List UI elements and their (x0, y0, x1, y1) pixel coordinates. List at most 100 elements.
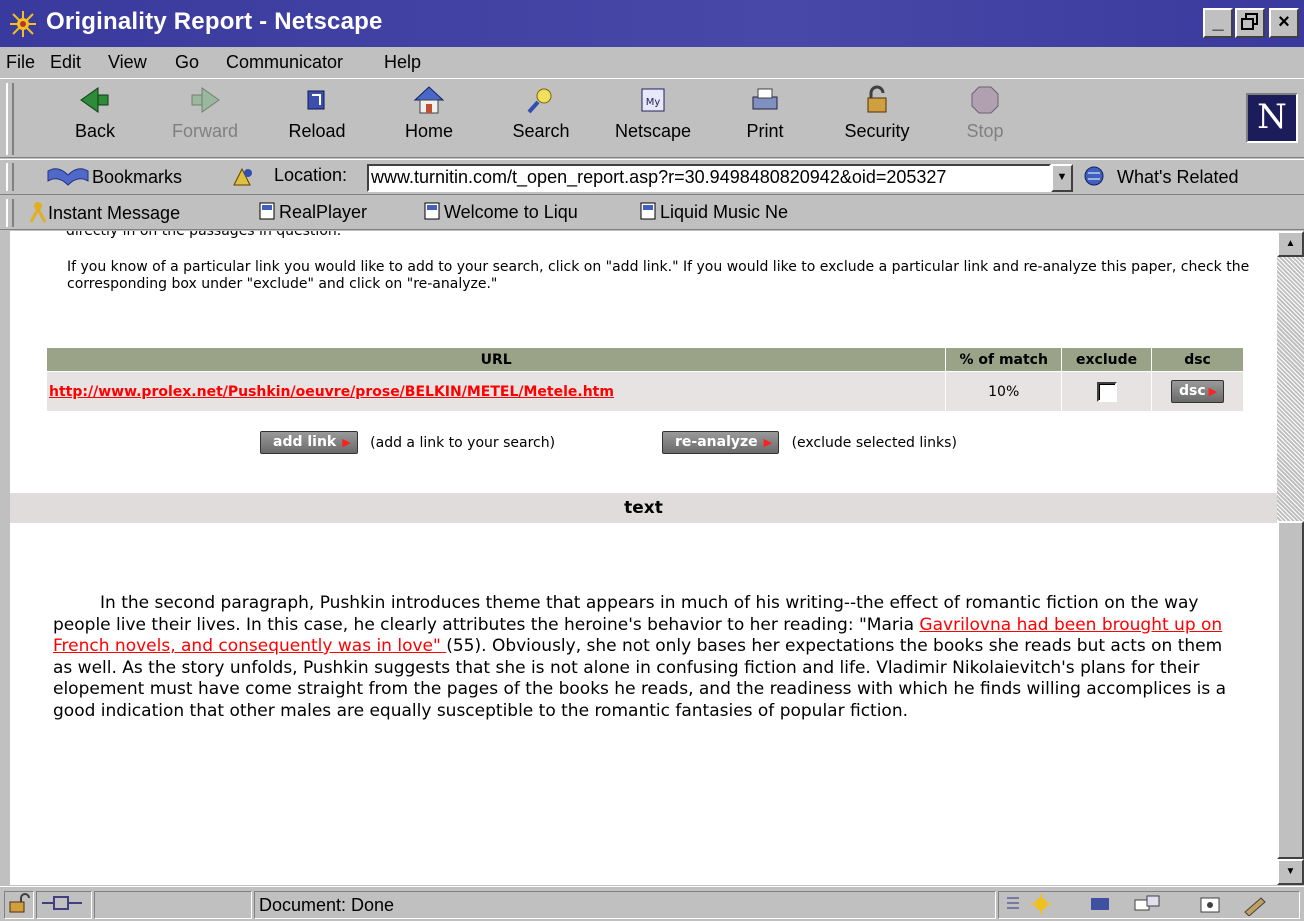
status-bar: Document: Done (0, 886, 1304, 921)
dsc-button[interactable]: dsc ▶ (1170, 380, 1225, 403)
menu-file[interactable]: File (6, 52, 35, 73)
maximize-button[interactable] (1235, 8, 1265, 38)
liquid-music-link[interactable]: Liquid Music Ne (638, 201, 788, 223)
forward-icon (191, 87, 220, 113)
location-dropdown-button[interactable]: ▼ (1051, 164, 1073, 192)
bookmark-page-icon (640, 202, 656, 220)
forward-button[interactable]: Forward (155, 83, 255, 155)
back-button[interactable]: Back (45, 83, 145, 155)
arrow-up-icon: ▲ (1285, 238, 1296, 249)
report-instructions: If you know of a particular link you wou… (67, 259, 1250, 292)
bookmarks-button[interactable]: Bookmarks (44, 165, 182, 188)
component-bar (998, 891, 1300, 919)
restore-icon (1241, 13, 1258, 30)
menu-help[interactable]: Help (384, 52, 421, 73)
connection-status[interactable] (36, 891, 92, 919)
page-content: directly in on the passages in question.… (10, 231, 1277, 885)
reanalyze-group: re-analyze ▶ (exclude selected links) (662, 431, 957, 454)
table-row: http://www.prolex.net/Pushkin/oeuvre/pro… (45, 371, 1244, 412)
bookmark-page-icon (259, 202, 275, 220)
search-icon (527, 88, 552, 114)
lock-icon (867, 85, 887, 113)
menu-view[interactable]: View (108, 52, 147, 73)
reanalyze-note: (exclude selected links) (791, 434, 957, 451)
window-title: Originality Report - Netscape (46, 8, 383, 35)
stop-button[interactable]: Stop (935, 83, 1035, 155)
scroll-down-button[interactable]: ▼ (1277, 859, 1304, 885)
search-button[interactable]: Search (491, 83, 591, 155)
source-url-link[interactable]: http://www.prolex.net/Pushkin/oeuvre/pro… (49, 384, 614, 400)
arrow-right-icon: ▶ (342, 436, 351, 449)
text-section-header: text (10, 493, 1277, 523)
location-grip[interactable] (6, 163, 14, 191)
location-url-input[interactable]: www.turnitin.com/t_open_report.asp?r=30.… (367, 164, 1051, 192)
exclude-column-header: exclude (1061, 347, 1153, 372)
vertical-scrollbar[interactable]: ▲ ▼ (1277, 231, 1304, 885)
location-icon (233, 167, 252, 186)
add-link-button[interactable]: add link ▶ (260, 431, 358, 454)
reanalyze-button[interactable]: re-analyze ▶ (662, 431, 780, 454)
arrow-right-icon: ▶ (763, 436, 773, 449)
my-netscape-icon: My (641, 88, 665, 112)
exclude-cell (1061, 371, 1153, 412)
match-column-header: % of match (945, 347, 1063, 372)
navigation-toolbar: Back Forward Reload Home Search My Netsc… (0, 78, 1304, 158)
sources-table: URL % of match exclude dsc http://www.pr… (45, 347, 1244, 412)
netscape-button[interactable]: My Netscape (603, 83, 703, 155)
home-icon (413, 86, 445, 114)
bookmark-page-icon (424, 202, 440, 220)
security-status[interactable] (4, 891, 34, 919)
cut-off-text: directly in on the passages in question. (66, 231, 342, 239)
personal-grip[interactable] (6, 199, 14, 227)
dsc-column-header: dsc (1151, 347, 1244, 372)
arrow-down-icon: ▼ (1285, 866, 1296, 877)
print-button[interactable]: Print (715, 83, 815, 155)
status-text: Document: Done (254, 891, 996, 919)
page-proxy-icon[interactable] (230, 165, 256, 192)
back-icon (80, 87, 109, 113)
minimize-button[interactable]: _ (1203, 8, 1233, 38)
add-link-group: add link ▶ (add a link to your search) (260, 431, 555, 454)
stop-icon (971, 86, 999, 114)
url-column-header: URL (45, 347, 947, 372)
location-label: Location: (274, 165, 348, 185)
instant-message-link[interactable]: Instant Message (28, 201, 180, 224)
toolbar-grip[interactable] (6, 83, 14, 155)
exclude-checkbox[interactable] (1096, 381, 1117, 402)
chevron-down-icon: ▼ (1056, 171, 1068, 183)
menu-communicator[interactable]: Communicator (226, 52, 343, 73)
bookmarks-icon (47, 168, 89, 186)
welcome-liquid-link[interactable]: Welcome to Liqu (422, 201, 578, 223)
personal-toolbar: Instant Message RealPlayer Welcome to Li… (0, 196, 1304, 230)
svg-text:My: My (646, 97, 661, 108)
realplayer-link[interactable]: RealPlayer (257, 201, 367, 223)
whats-related-button[interactable]: What's Related (1083, 165, 1239, 188)
whats-related-icon (1084, 166, 1104, 186)
connection-icon (42, 896, 82, 910)
scroll-up-button[interactable]: ▲ (1277, 231, 1304, 257)
reload-icon (307, 90, 325, 110)
close-button[interactable]: × (1269, 8, 1299, 38)
table-header-row: URL % of match exclude dsc (45, 347, 1244, 372)
print-icon (752, 88, 778, 110)
scroll-thumb[interactable] (1277, 521, 1304, 859)
url-cell: http://www.prolex.net/Pushkin/oeuvre/pro… (45, 371, 947, 412)
menu-bar: File Edit View Go Communicator Help (0, 47, 1304, 77)
match-percent: 10% (945, 371, 1063, 412)
reload-button[interactable]: Reload (267, 83, 367, 155)
netscape-logo[interactable]: N (1246, 93, 1298, 143)
essay-paragraph: In the second paragraph, Pushkin introdu… (53, 593, 1227, 721)
menu-edit[interactable]: Edit (50, 52, 81, 73)
location-bar: Bookmarks Location: www.turnitin.com/t_o… (0, 159, 1304, 195)
security-button[interactable]: Security (827, 83, 927, 155)
progress-panel (94, 891, 252, 919)
unlocked-icon (9, 893, 30, 913)
dsc-cell: dsc ▶ (1151, 371, 1244, 412)
component-bar-icons (1007, 894, 1266, 917)
arrow-right-icon: ▶ (1208, 385, 1218, 398)
netscape-app-icon[interactable] (8, 9, 38, 39)
person-icon (29, 202, 47, 223)
home-button[interactable]: Home (379, 83, 479, 155)
title-bar: Originality Report - Netscape _ × (0, 0, 1304, 47)
menu-go[interactable]: Go (175, 52, 199, 73)
